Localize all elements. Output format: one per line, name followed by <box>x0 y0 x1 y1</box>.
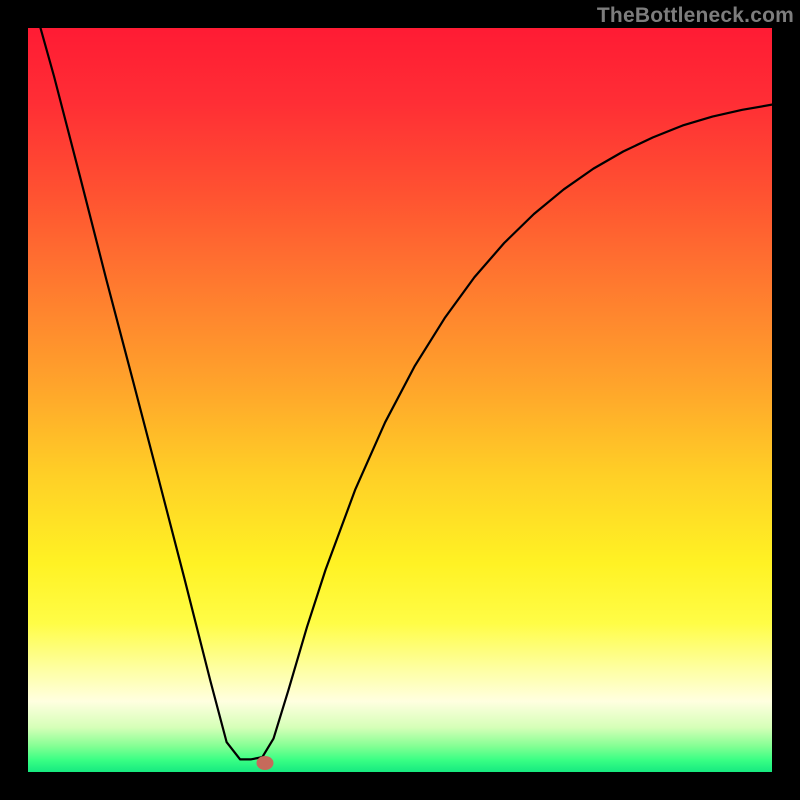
chart-container: TheBottleneck.com <box>0 0 800 800</box>
plot-area <box>28 28 772 772</box>
min-marker-dot <box>256 756 273 770</box>
data-curve <box>28 28 772 772</box>
watermark-text: TheBottleneck.com <box>597 4 794 28</box>
